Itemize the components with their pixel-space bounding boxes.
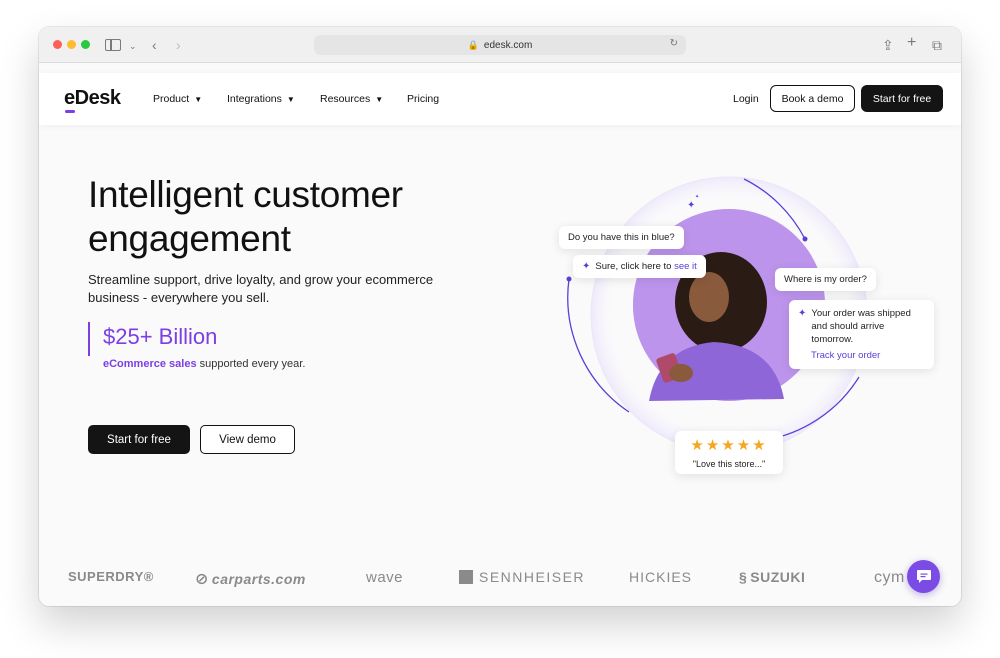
logo-superdry: SUPERDRY® xyxy=(68,569,154,584)
logo-suzuki: § SUZUKI xyxy=(739,569,806,585)
review-text: "Love this store..." xyxy=(692,459,766,469)
customer-logos: SUPERDRY® ⊘ carparts.com wave SENNHEISER … xyxy=(39,563,961,593)
book-demo-button[interactable]: Book a demo xyxy=(770,85,855,112)
logo-cym: cym xyxy=(874,569,905,586)
stat-highlight: eCommerce sales xyxy=(103,358,197,370)
browser-window: ⌄ ‹ › 🔒 edesk.com ↻ ⇪ + ⧉ eDesk Product ▼… xyxy=(39,27,961,606)
nav-item-pricing[interactable]: Pricing xyxy=(407,93,439,105)
minimize-window-button[interactable] xyxy=(67,40,76,49)
logo-wave: wave xyxy=(366,569,404,586)
star-rating: ★★★★★ xyxy=(690,437,768,454)
logo-carparts: ⊘ carparts.com xyxy=(195,571,306,588)
chat-icon xyxy=(916,570,931,583)
chat-bubble-question: Do you have this in blue? xyxy=(559,226,684,249)
reload-icon[interactable]: ↻ xyxy=(670,38,678,49)
share-icon[interactable]: ⇪ xyxy=(882,35,894,55)
hero-title: Intelligent customer engagement xyxy=(88,174,403,259)
forward-arrow-icon[interactable]: › xyxy=(176,35,181,55)
logo-accent xyxy=(65,110,75,113)
address-bar[interactable]: 🔒 edesk.com ↻ xyxy=(314,35,686,55)
view-demo-button[interactable]: View demo xyxy=(200,425,295,454)
new-tab-icon[interactable]: + xyxy=(907,33,916,53)
sidebar-toggle-icon[interactable] xyxy=(105,39,121,51)
stat-rest: supported every year. xyxy=(196,358,306,370)
see-it-link[interactable]: see it xyxy=(674,261,697,272)
review-card: ★★★★★ "Love this store..." xyxy=(675,431,783,474)
logo-sennheiser: SENNHEISER xyxy=(459,569,585,585)
svg-text:✦: ✦ xyxy=(687,200,695,211)
site-header: eDesk Product ▼ Integrations ▼ Resources ▼ … xyxy=(39,73,961,125)
chevron-down-icon[interactable]: ⌄ xyxy=(129,36,137,56)
sparkle-icon: ✦ xyxy=(798,308,807,319)
chat-bubble-answer: ✦ Sure, click here to see it xyxy=(573,255,706,278)
chevron-down-icon: ▼ xyxy=(286,95,295,104)
chat-bubble-order-question: Where is my order? xyxy=(775,268,876,291)
stat-value: $25+ Billion xyxy=(103,324,218,349)
login-link[interactable]: Login xyxy=(733,93,759,105)
hero-start-free-button[interactable]: Start for free xyxy=(88,425,190,454)
edesk-logo[interactable]: eDesk xyxy=(64,87,121,110)
url-text: edesk.com xyxy=(483,39,533,51)
stat-accent-bar xyxy=(88,322,90,356)
svg-text:✦: ✦ xyxy=(695,194,699,200)
tab-overview-icon[interactable]: ⧉ xyxy=(932,35,942,55)
chevron-down-icon: ▼ xyxy=(375,95,384,104)
chat-widget-button[interactable] xyxy=(907,560,940,593)
nav-item-product[interactable]: Product ▼ xyxy=(153,93,202,105)
browser-toolbar: ⌄ ‹ › 🔒 edesk.com ↻ ⇪ + ⧉ xyxy=(39,27,961,63)
back-arrow-icon[interactable]: ‹ xyxy=(152,35,157,55)
track-order-link[interactable]: Track your order xyxy=(811,349,925,362)
lock-icon: 🔒 xyxy=(467,39,479,50)
sparkle-icon: ✦ xyxy=(582,261,591,272)
hero-subtitle: Streamline support, drive loyalty, and g… xyxy=(88,272,434,305)
nav-item-resources[interactable]: Resources ▼ xyxy=(320,93,383,105)
close-window-button[interactable] xyxy=(53,40,62,49)
nav-item-label: Integrations xyxy=(227,93,282,105)
chevron-down-icon: ▼ xyxy=(194,95,203,104)
hero-illustration: ✦ ✦ Do you have this in blue? ✦ Sure, cli… xyxy=(509,167,934,474)
start-free-button[interactable]: Start for free xyxy=(861,85,943,112)
chat-bubble-order-answer: ✦ Your order was shipped and should arri… xyxy=(789,300,934,369)
order-answer-text: Your order was shipped and should arrive… xyxy=(811,308,911,345)
nav-item-integrations[interactable]: Integrations ▼ xyxy=(227,93,295,105)
maximize-window-button[interactable] xyxy=(81,40,90,49)
answer-text: Sure, click here to xyxy=(595,261,675,272)
stat-caption: eCommerce sales supported every year. xyxy=(103,358,305,370)
nav-item-label: Resources xyxy=(320,93,371,105)
nav-item-label: Product xyxy=(153,93,190,105)
nav-item-label: Pricing xyxy=(407,93,440,105)
logo-hickies: HICKIES xyxy=(629,569,693,585)
